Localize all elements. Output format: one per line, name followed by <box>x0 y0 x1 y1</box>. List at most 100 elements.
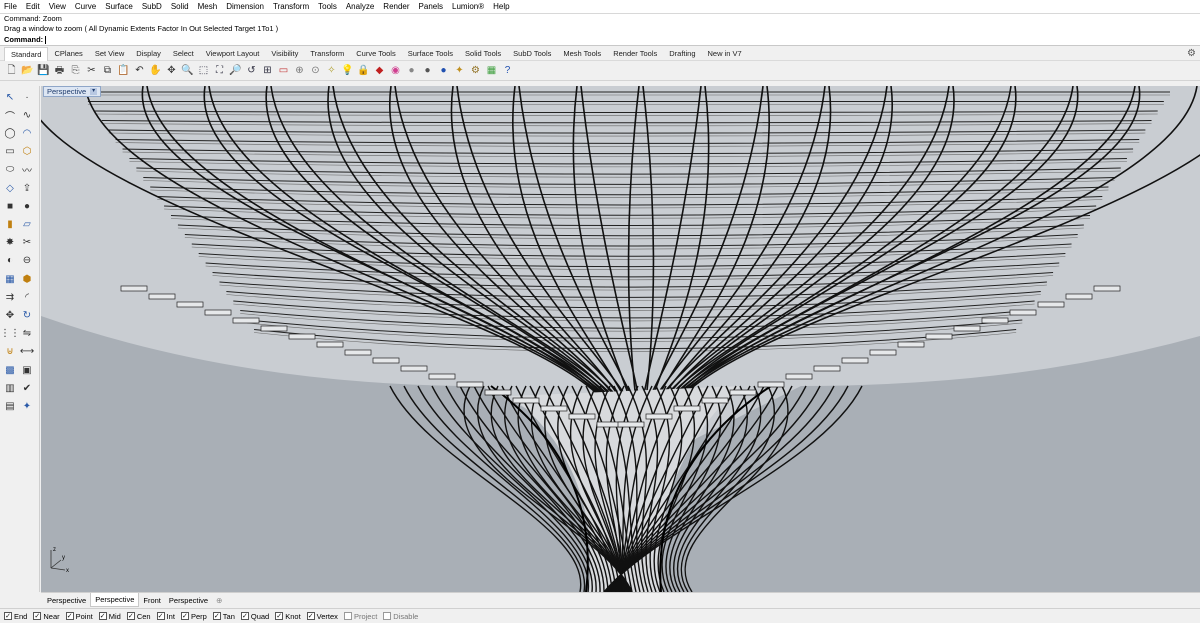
osnap-vertex[interactable]: ✓ Vertex <box>306 612 338 621</box>
circle-icon[interactable]: ◯ <box>3 126 17 140</box>
tab-transform[interactable]: Transform <box>304 47 350 60</box>
select-icon[interactable]: ▭ <box>277 64 290 77</box>
menu-surface[interactable]: Surface <box>105 0 133 13</box>
print-icon[interactable]: 🖶 <box>53 64 66 77</box>
polyline-icon[interactable]: ⌒ <box>3 108 17 123</box>
paste-icon[interactable]: 📋 <box>117 64 130 77</box>
tab-visibility[interactable]: Visibility <box>265 47 304 60</box>
view-tab-perspective[interactable]: Perspective <box>43 594 90 607</box>
osnap-checkbox[interactable]: ✓ <box>240 612 249 620</box>
trim-icon[interactable]: ✂ <box>20 236 34 250</box>
rectangle-tool-icon[interactable]: ▭ <box>3 145 17 159</box>
help-icon[interactable]: ? <box>501 64 514 77</box>
cylinder-icon[interactable]: ▮ <box>3 217 17 231</box>
osnap-tan[interactable]: ✓ Tan <box>212 612 235 621</box>
tab-mesh-tools[interactable]: Mesh Tools <box>557 47 607 60</box>
new-file-icon[interactable]: 🗋 <box>5 64 18 77</box>
color-wheel-icon[interactable]: ◉ <box>389 64 402 77</box>
menu-view[interactable]: View <box>49 0 66 13</box>
zoom-selected-icon[interactable]: 🔎 <box>229 64 242 77</box>
menu-help[interactable]: Help <box>493 0 509 13</box>
sphere-icon[interactable]: ● <box>20 199 34 213</box>
tab-curve-tools[interactable]: Curve Tools <box>350 47 401 60</box>
cut-icon[interactable]: ✂ <box>85 64 98 77</box>
perspective-viewport[interactable]: Perspective ▾ z x y <box>41 86 1200 592</box>
array-icon[interactable]: ⋮⋮ <box>0 327 20 341</box>
menu-file[interactable]: File <box>4 0 17 13</box>
rotate-icon[interactable]: ↻ <box>20 308 34 322</box>
command-input[interactable]: Command: <box>4 34 1200 45</box>
tab-standard[interactable]: Standard <box>4 46 49 61</box>
material-icon[interactable]: ✦ <box>453 64 466 77</box>
osnap-int[interactable]: ✓ Int <box>156 612 175 621</box>
tab-drafting[interactable]: Drafting <box>663 47 701 60</box>
undo-view-icon[interactable]: ↺ <box>245 64 258 77</box>
osnap-checkbox[interactable]: ✓ <box>65 612 74 620</box>
move-icon[interactable]: ✥ <box>3 308 17 322</box>
osnap-checkbox[interactable]: ✓ <box>33 612 42 620</box>
osnap-checkbox[interactable] <box>383 612 392 620</box>
four-viewports-icon[interactable]: ⊞ <box>261 64 274 77</box>
layer-tool-icon[interactable]: ▤ <box>3 399 17 413</box>
point-icon[interactable]: · <box>20 90 34 104</box>
arc-icon[interactable]: ◠ <box>20 126 34 140</box>
subd-icon[interactable]: ⬢ <box>20 272 34 286</box>
copy-icon[interactable]: ⧉ <box>101 64 114 77</box>
plugin-icon[interactable]: ▦ <box>485 64 498 77</box>
tab-set-view[interactable]: Set View <box>89 47 130 60</box>
render-tool-icon[interactable]: ✦ <box>20 399 34 413</box>
menu-transform[interactable]: Transform <box>273 0 309 13</box>
ellipse-icon[interactable]: ⬭ <box>3 163 17 177</box>
menu-subd[interactable]: SubD <box>142 0 162 13</box>
rotate-view-icon[interactable]: ✥ <box>165 64 178 77</box>
tab-display[interactable]: Display <box>130 47 167 60</box>
osnap-checkbox[interactable]: ✓ <box>275 612 284 620</box>
menu-edit[interactable]: Edit <box>26 0 40 13</box>
check-icon[interactable]: ✔ <box>20 381 34 395</box>
mesh-icon[interactable]: ▦ <box>3 272 17 286</box>
pan-icon[interactable]: ✋ <box>149 64 162 77</box>
zoom-window-icon[interactable]: ⬚ <box>197 64 210 77</box>
block-icon[interactable]: ▥ <box>3 381 17 395</box>
cplane-icon[interactable]: ⊕ <box>293 64 306 77</box>
menu-dimension[interactable]: Dimension <box>226 0 264 13</box>
surface-icon[interactable]: ◇ <box>3 181 17 195</box>
lightbulb-icon[interactable]: 💡 <box>341 64 354 77</box>
osnap-checkbox[interactable]: ✓ <box>126 612 135 620</box>
osnap-quad[interactable]: ✓ Quad <box>240 612 269 621</box>
open-file-icon[interactable]: 📂 <box>21 64 34 77</box>
zoom-extents-icon[interactable]: ⛶ <box>213 64 226 77</box>
fillet-icon[interactable]: ◜ <box>20 290 34 304</box>
solid-box-icon[interactable]: ■ <box>3 199 17 213</box>
tab-solid-tools[interactable]: Solid Tools <box>459 47 507 60</box>
tab-select[interactable]: Select <box>167 47 200 60</box>
osnap-near[interactable]: ✓ Near <box>33 612 60 621</box>
grid-snap-icon[interactable]: ⊙ <box>309 64 322 77</box>
viewport-title[interactable]: Perspective ▾ <box>43 86 102 97</box>
osnap-disable[interactable]: Disable <box>383 612 418 621</box>
menu-lumion[interactable]: Lumion® <box>452 0 484 13</box>
view-tab-front[interactable]: Front <box>139 594 165 607</box>
analyze-icon[interactable]: ▣ <box>20 363 34 377</box>
offset-icon[interactable]: ⇉ <box>3 290 17 304</box>
osnap-checkbox[interactable]: ✓ <box>306 612 315 620</box>
osnap-knot[interactable]: ✓ Knot <box>275 612 301 621</box>
boolean-union-icon[interactable]: ⊎ <box>3 345 17 359</box>
curve-icon[interactable]: ∿ <box>20 108 34 122</box>
menu-analyze[interactable]: Analyze <box>346 0 374 13</box>
import-icon[interactable]: ⎘ <box>69 64 82 77</box>
options-gear-icon[interactable]: ⚙ <box>469 64 482 77</box>
osnap-checkbox[interactable]: ✓ <box>180 612 189 620</box>
tab-new-in-v7[interactable]: New in V7 <box>702 47 748 60</box>
shaded-icon[interactable]: ● <box>405 64 418 77</box>
lock-icon[interactable]: 🔒 <box>357 64 370 77</box>
undo-icon[interactable]: ↶ <box>133 64 146 77</box>
dimension-icon[interactable]: ⟷ <box>20 345 34 359</box>
layer-icon[interactable]: ◆ <box>373 64 386 77</box>
tab-render-tools[interactable]: Render Tools <box>607 47 663 60</box>
osnap-mid[interactable]: ✓ Mid <box>98 612 121 621</box>
osnap-checkbox[interactable]: ✓ <box>98 612 107 620</box>
osnap-checkbox[interactable]: ✓ <box>212 612 221 620</box>
osnap-cen[interactable]: ✓ Cen <box>126 612 151 621</box>
boolean-icon[interactable]: ⊖ <box>20 254 34 268</box>
